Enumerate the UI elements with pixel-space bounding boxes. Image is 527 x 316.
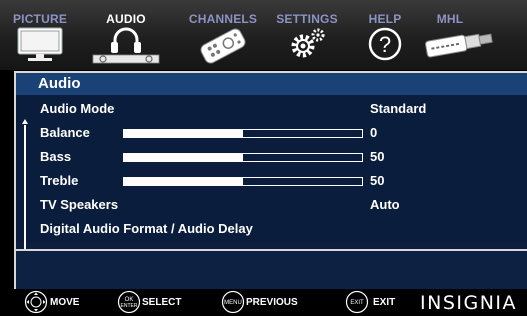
slider-fill xyxy=(124,154,243,161)
row-value: Auto xyxy=(370,197,400,212)
bass-row[interactable]: Bass 50 xyxy=(16,145,527,169)
row-label: Balance xyxy=(40,125,90,140)
help-text-box xyxy=(16,249,527,289)
remote-icon xyxy=(183,24,263,66)
hint-select: OK ENTER SELECT xyxy=(117,289,207,316)
row-value: 50 xyxy=(370,173,385,188)
slider-fill xyxy=(124,178,243,185)
panel-title: Audio xyxy=(38,75,81,92)
tv-speakers-row[interactable]: TV Speakers Auto xyxy=(16,193,527,217)
headphones-icon xyxy=(86,24,166,66)
row-value: 0 xyxy=(370,125,378,140)
mhl-cable-icon xyxy=(418,24,498,66)
enter-icon-text: ENTER xyxy=(121,303,138,309)
hint-label: SELECT xyxy=(142,297,182,308)
menu-button-icon: MENU xyxy=(221,290,245,314)
audio-menu-panel: Audio Audio Mode Standard Balance 0 Bass… xyxy=(14,71,527,289)
menu-tab-bar: PICTURE AUDIO CHANNELS SETTINGS HELP ? M… xyxy=(0,0,527,70)
tab-mhl[interactable]: MHL xyxy=(418,0,498,70)
tab-settings[interactable]: SETTINGS xyxy=(267,0,347,70)
row-label: Bass xyxy=(40,149,72,164)
row-label: Treble xyxy=(40,173,79,188)
digital-audio-format-row[interactable]: Digital Audio Format / Audio Delay xyxy=(16,217,527,241)
bass-slider[interactable] xyxy=(123,153,363,162)
button-hint-bar: MOVE OK ENTER SELECT MENU PREVIOUS EXIT … xyxy=(0,289,527,316)
hint-label: PREVIOUS xyxy=(246,297,298,308)
gears-icon xyxy=(267,24,347,66)
treble-slider[interactable] xyxy=(123,177,363,186)
dpad-icon xyxy=(24,290,48,314)
tab-audio[interactable]: AUDIO xyxy=(86,0,166,70)
ok-enter-icon: OK ENTER xyxy=(117,290,141,314)
panel-header: Audio xyxy=(16,73,527,95)
row-label: Digital Audio Format / Audio Delay xyxy=(40,221,253,236)
row-value: 50 xyxy=(370,149,385,164)
row-label: TV Speakers xyxy=(40,197,119,212)
row-label: Audio Mode xyxy=(40,101,115,116)
hint-move: MOVE xyxy=(24,289,94,316)
tab-help[interactable]: HELP ? xyxy=(345,0,425,70)
hint-label: MOVE xyxy=(50,297,80,308)
svg-text:?: ? xyxy=(379,32,391,57)
tab-picture[interactable]: PICTURE xyxy=(0,0,80,70)
exit-icon-text: EXIT xyxy=(350,300,364,306)
hint-exit: EXIT EXIT xyxy=(345,289,415,316)
menu-icon-text: MENU xyxy=(224,300,242,306)
hint-label: EXIT xyxy=(373,297,396,308)
balance-slider[interactable] xyxy=(123,129,363,138)
settings-list: Audio Mode Standard Balance 0 Bass 50 Tr… xyxy=(16,95,527,255)
exit-button-icon: EXIT xyxy=(345,290,369,314)
audio-mode-row[interactable]: Audio Mode Standard xyxy=(16,97,527,121)
tv-icon xyxy=(0,24,80,66)
tab-channels[interactable]: CHANNELS xyxy=(183,0,263,70)
question-icon: ? xyxy=(345,24,425,66)
balance-row[interactable]: Balance 0 xyxy=(16,121,527,145)
insignia-logo: INSIGNIA xyxy=(420,292,518,314)
treble-row[interactable]: Treble 50 xyxy=(16,169,527,193)
hint-previous: MENU PREVIOUS xyxy=(221,289,331,316)
slider-fill xyxy=(124,130,243,137)
row-value: Standard xyxy=(370,101,427,116)
